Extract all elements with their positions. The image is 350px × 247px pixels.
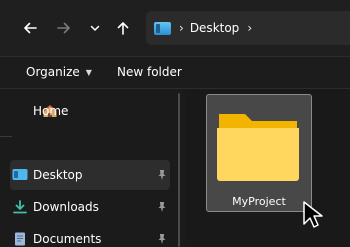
nav-item-label: Documents	[33, 232, 102, 246]
command-bar: Organize ▼ New folder	[0, 57, 350, 88]
document-icon	[15, 232, 25, 246]
chevron-down-icon	[90, 25, 100, 31]
new-folder-button[interactable]: New folder	[117, 65, 182, 79]
recent-locations-button[interactable]	[84, 17, 106, 39]
arrow-up-icon	[117, 22, 129, 35]
organize-label: Organize	[26, 65, 80, 79]
folder-icon	[217, 114, 299, 181]
desktop-icon	[154, 21, 171, 35]
up-button[interactable]	[112, 17, 134, 39]
nav-pane-scrollbar[interactable]	[178, 93, 180, 247]
nav-item-label: Home	[33, 104, 69, 118]
pin-icon[interactable]	[156, 201, 168, 213]
nav-item-label: Downloads	[33, 200, 99, 214]
chevron-right-icon: ›	[179, 21, 184, 35]
breadcrumb-desktop[interactable]: Desktop	[190, 21, 240, 35]
file-explorer-window: › Desktop › Organize ▼ New folder Home D	[0, 0, 350, 247]
folder-label[interactable]: MyProject	[206, 195, 312, 208]
pin-icon[interactable]	[156, 233, 168, 245]
nav-item-documents[interactable]: Documents	[10, 224, 170, 247]
nav-item-downloads[interactable]: Downloads	[10, 192, 170, 222]
chevron-right-icon[interactable]: ›	[247, 21, 252, 35]
mouse-cursor-icon	[303, 201, 323, 228]
organize-button[interactable]: Organize ▼	[26, 65, 92, 79]
nav-item-home[interactable]: Home	[10, 96, 170, 126]
address-bar[interactable]: › Desktop ›	[146, 11, 350, 45]
new-folder-label: New folder	[117, 65, 182, 79]
forward-button[interactable]	[53, 17, 75, 39]
desktop-icon	[12, 169, 28, 180]
divider	[0, 136, 12, 137]
navigation-bar: › Desktop ›	[0, 0, 350, 56]
arrow-right-icon	[57, 22, 70, 34]
arrow-left-icon	[24, 22, 37, 34]
pin-icon[interactable]	[156, 169, 168, 181]
nav-item-desktop[interactable]: Desktop	[10, 160, 170, 190]
download-icon	[13, 200, 27, 214]
caret-down-icon: ▼	[85, 67, 92, 77]
back-button[interactable]	[19, 17, 41, 39]
nav-item-label: Desktop	[33, 168, 83, 182]
